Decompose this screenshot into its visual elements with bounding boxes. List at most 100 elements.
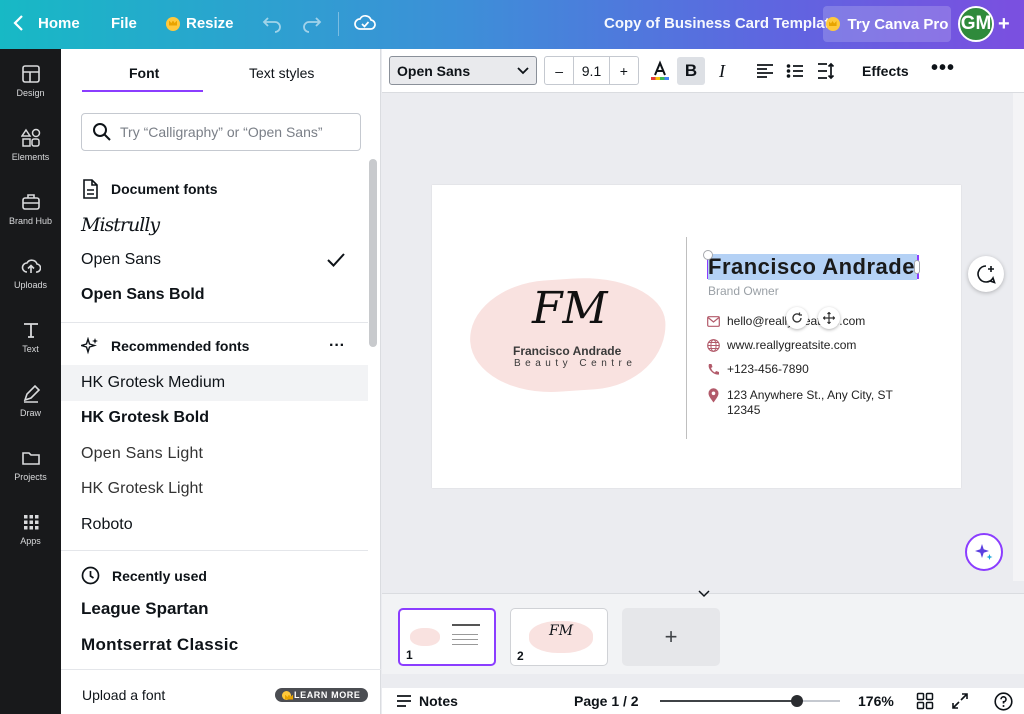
undo-button[interactable]: [262, 13, 282, 37]
more-options-icon[interactable]: ···: [329, 337, 345, 355]
page-number: 1: [406, 648, 413, 662]
text-color-button[interactable]: [648, 59, 672, 83]
rail-item-apps[interactable]: Apps: [0, 497, 61, 561]
address-line-1: 123 Anywhere St., Any City, ST: [727, 388, 893, 402]
try-pro-button[interactable]: Try Canva Pro: [823, 6, 951, 42]
resize-handle[interactable]: [914, 260, 920, 274]
grid-view-button[interactable]: [916, 692, 934, 714]
home-label: Home: [38, 14, 80, 32]
add-page-button[interactable]: +: [622, 608, 720, 666]
page-indicator[interactable]: Page 1 / 2: [574, 693, 639, 709]
chevron-down-icon: [698, 590, 710, 598]
font-option[interactable]: Mistrully: [61, 207, 368, 243]
phone-row[interactable]: +123-456-7890: [706, 362, 809, 376]
increase-size-button[interactable]: +: [610, 57, 638, 84]
font-option[interactable]: Montserrat Classic: [61, 627, 368, 663]
learn-more-label: LEARN MORE: [294, 690, 361, 700]
font-option[interactable]: Open Sans Light: [61, 436, 368, 472]
resize-handle[interactable]: [703, 250, 713, 260]
cloud-check-icon: [354, 15, 376, 30]
zoom-level[interactable]: 176%: [858, 693, 894, 709]
add-comment-button[interactable]: [968, 256, 1004, 292]
recommended-fonts-header: Recommended fonts: [81, 337, 249, 355]
bold-button[interactable]: B: [677, 57, 705, 85]
canvas-scrollbar[interactable]: [1013, 93, 1024, 581]
file-menu[interactable]: File: [111, 15, 137, 32]
learn-more-badge[interactable]: LEARN MORE: [275, 688, 368, 702]
page-number: 2: [517, 649, 524, 663]
font-option[interactable]: HK Grotesk Medium: [61, 365, 368, 401]
page-thumbnail-1[interactable]: 1: [398, 608, 496, 666]
font-option-selected[interactable]: Open Sans: [61, 242, 368, 278]
logo-name[interactable]: Francisco Andrade: [513, 344, 621, 358]
help-icon: [994, 692, 1013, 711]
rail-label: Elements: [11, 152, 50, 162]
font-option[interactable]: HK Grotesk Light: [61, 471, 368, 507]
resize-button[interactable]: Resize: [166, 15, 234, 32]
phone-text: +123-456-7890: [727, 362, 809, 376]
magic-assistant-button[interactable]: [965, 533, 1003, 571]
logo-subtitle[interactable]: Beauty Centre: [514, 358, 636, 369]
try-pro-label: Try Canva Pro: [847, 15, 949, 33]
grid-view-icon: [916, 692, 934, 710]
rail-item-text[interactable]: Text: [0, 305, 61, 369]
avatar[interactable]: GM: [958, 6, 994, 42]
section-label: Recommended fonts: [111, 338, 250, 354]
page-thumbnails: 1 FM 2 +: [382, 590, 1024, 674]
text-icon: [23, 323, 38, 338]
save-status-button[interactable]: [354, 12, 376, 38]
align-button[interactable]: [753, 59, 777, 83]
effects-button[interactable]: Effects: [862, 63, 909, 79]
vertical-divider[interactable]: [686, 237, 687, 439]
upload-font-link[interactable]: Upload a font: [82, 687, 165, 703]
font-size-input[interactable]: 9.1: [573, 57, 610, 84]
website-row[interactable]: www.reallygreatsite.com: [706, 338, 856, 352]
zoom-knob[interactable]: [790, 695, 803, 707]
monogram[interactable]: FM: [532, 283, 608, 334]
address-row[interactable]: 123 Anywhere St., Any City, ST 12345: [706, 387, 893, 418]
panel-scrollbar[interactable]: [369, 159, 377, 347]
spacing-button[interactable]: [814, 59, 838, 83]
notes-button[interactable]: Notes: [396, 693, 458, 709]
collapse-pages-button[interactable]: [698, 585, 710, 603]
font-option[interactable]: HK Grotesk Bold: [61, 400, 368, 436]
more-options-button[interactable]: •••: [931, 57, 955, 80]
side-rail: Design Elements Brand Hub Uploads Text D…: [0, 49, 61, 714]
tab-text-styles[interactable]: Text styles: [249, 65, 314, 81]
rail-item-brand-hub[interactable]: Brand Hub: [0, 177, 61, 241]
section-label: Recently used: [112, 567, 207, 584]
rail-label: Text: [22, 344, 39, 354]
font-option[interactable]: Roboto: [61, 507, 368, 543]
rail-item-draw[interactable]: Draw: [0, 369, 61, 433]
role-text[interactable]: Brand Owner: [708, 284, 779, 298]
rail-item-design[interactable]: Design: [0, 49, 61, 113]
help-button[interactable]: [994, 692, 1013, 714]
rail-item-projects[interactable]: Projects: [0, 433, 61, 497]
home-button[interactable]: Home: [12, 14, 80, 32]
share-plus-button[interactable]: +: [998, 13, 1010, 36]
rotate-handle[interactable]: [786, 307, 808, 329]
move-handle[interactable]: [818, 307, 840, 329]
font-option[interactable]: Open Sans Bold: [61, 277, 368, 313]
rail-item-uploads[interactable]: Uploads: [0, 241, 61, 305]
divider: [61, 322, 368, 323]
font-search-input[interactable]: [120, 124, 350, 140]
decrease-size-button[interactable]: –: [545, 57, 573, 84]
document-title[interactable]: Copy of Business Card Template: [604, 15, 838, 32]
font-option[interactable]: League Spartan: [61, 591, 368, 627]
selected-name-text[interactable]: Francisco Andrade: [708, 254, 917, 280]
font-search[interactable]: [81, 113, 361, 151]
italic-button[interactable]: I: [710, 59, 734, 83]
fullscreen-button[interactable]: [951, 692, 969, 714]
zoom-fill: [660, 700, 797, 702]
address-text: 123 Anywhere St., Any City, ST 12345: [727, 388, 893, 418]
font-family-select[interactable]: Open Sans: [389, 56, 537, 85]
page-thumbnail-2[interactable]: FM 2: [510, 608, 608, 666]
tab-font[interactable]: Font: [129, 65, 159, 81]
redo-button[interactable]: [302, 13, 322, 37]
business-card[interactable]: FM Francisco Andrade Beauty Centre Franc…: [432, 185, 961, 488]
zoom-slider[interactable]: [660, 695, 840, 707]
document-fonts-header: Document fonts: [81, 179, 218, 199]
list-button[interactable]: [783, 59, 807, 83]
rail-item-elements[interactable]: Elements: [0, 113, 61, 177]
